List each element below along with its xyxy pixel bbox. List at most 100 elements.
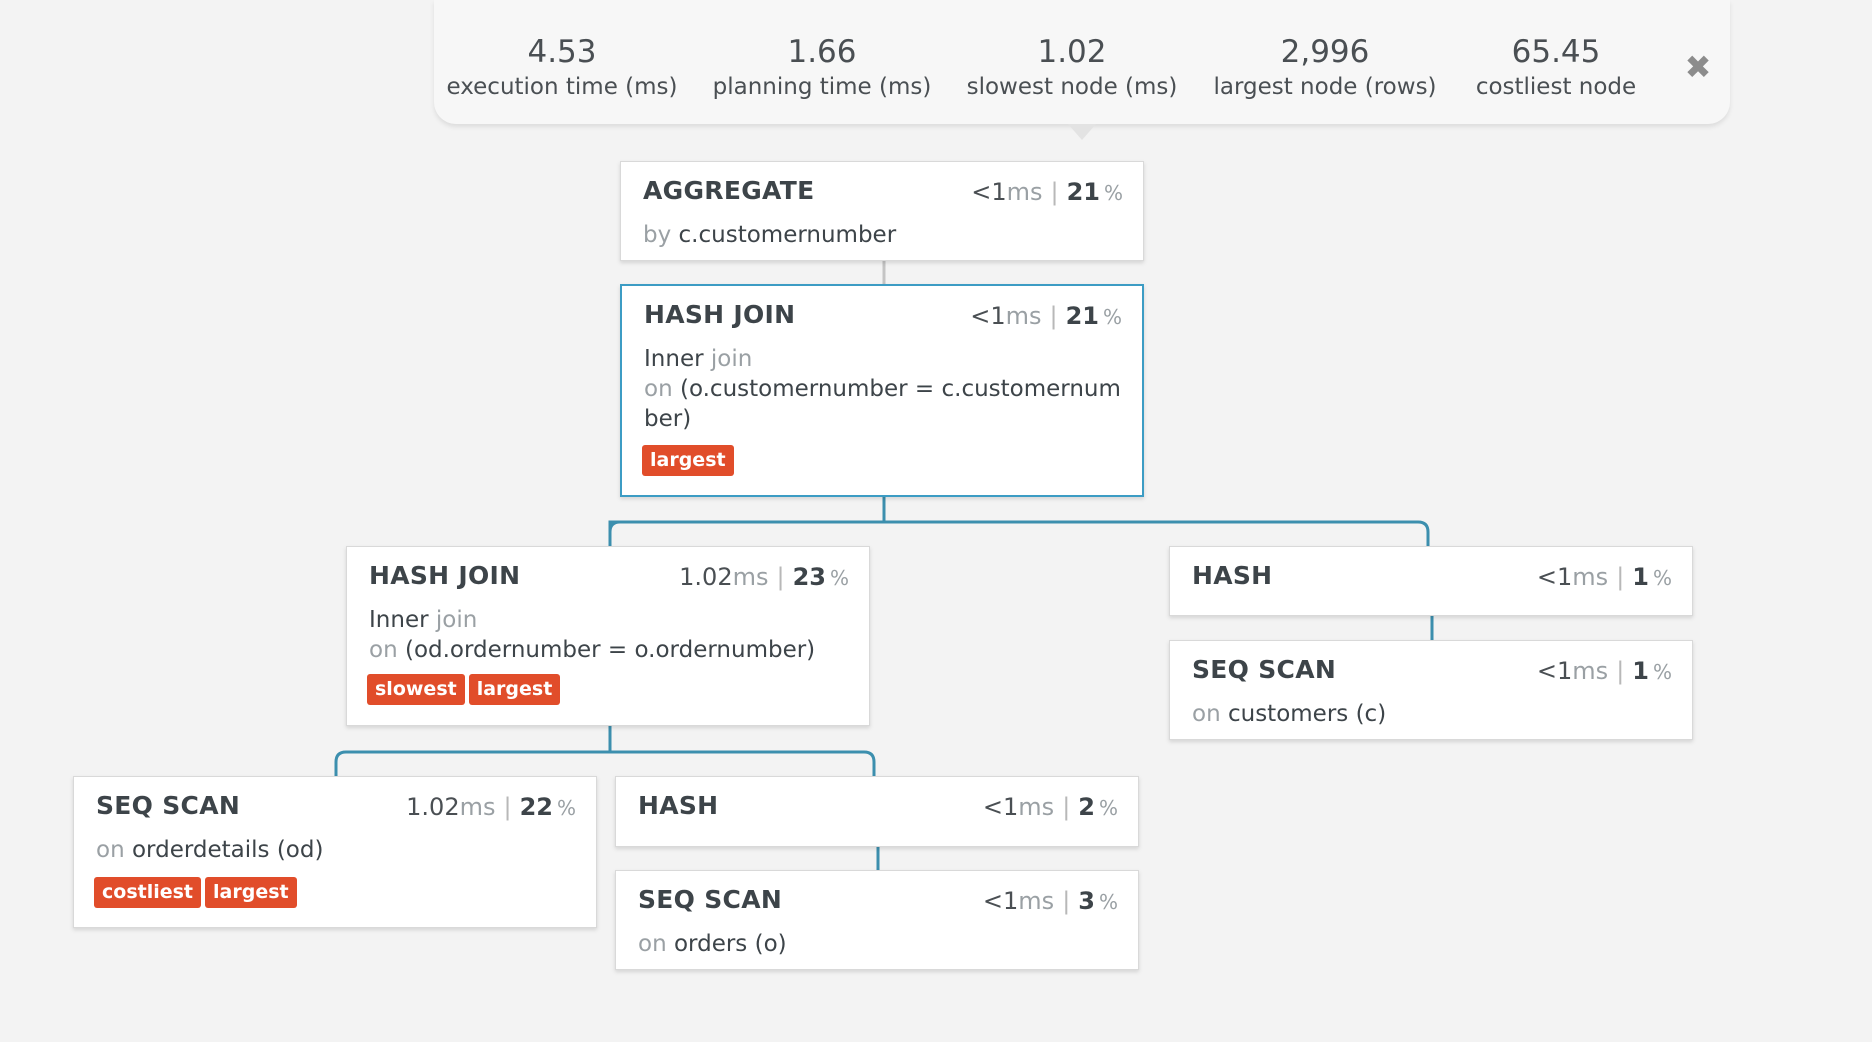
tag-slowest: slowest	[367, 674, 465, 705]
node-percent: 1	[1632, 563, 1649, 591]
node-percent: 1	[1632, 657, 1649, 685]
plan-node-seq-scan-orders[interactable]: SEQ SCAN <1ms | 3% on orders (o)	[615, 870, 1139, 970]
join-condition-line: on (o.customernumber = c.customernumber)	[644, 374, 1126, 434]
node-time-unit: ms	[1006, 178, 1043, 206]
join-type: Inner	[369, 607, 429, 633]
node-details: by c.customernumber	[643, 220, 1127, 250]
detail-keyword: join	[710, 346, 753, 372]
detail-keyword: by	[643, 222, 672, 248]
node-percent: 21	[1066, 178, 1100, 206]
plan-node-aggregate[interactable]: AGGREGATE <1ms | 21% by c.customernumber	[620, 161, 1144, 261]
detail-value: orderdetails (od)	[131, 837, 324, 863]
node-percent: 21	[1065, 302, 1099, 330]
link-hashjoin-children	[608, 497, 1430, 546]
node-tags: costliest largest	[94, 877, 301, 908]
node-metrics: <1ms | 1%	[1537, 657, 1672, 685]
join-condition: (o.customernumber = c.customernumber)	[644, 376, 1121, 432]
node-time-unit: ms	[459, 793, 496, 821]
plan-node-hash-orders[interactable]: HASH <1ms | 2%	[615, 776, 1139, 847]
plan-node-seq-scan-orderdetails[interactable]: SEQ SCAN 1.02ms | 22% on orderdetails (od)…	[73, 776, 597, 928]
node-details: on orderdetails (od)	[96, 835, 580, 865]
plan-node-seq-scan-customers[interactable]: SEQ SCAN <1ms | 1% on customers (c)	[1169, 640, 1693, 740]
node-time: <1	[982, 793, 1019, 821]
node-time: <1	[1536, 657, 1573, 685]
node-time: <1	[970, 302, 1006, 330]
node-title: SEQ SCAN	[96, 791, 241, 820]
percent-sign: %	[1102, 305, 1122, 329]
percent-sign: %	[556, 796, 576, 820]
node-title: HASH JOIN	[369, 561, 521, 590]
detail-keyword: on	[369, 637, 398, 663]
percent-sign: %	[1652, 566, 1672, 590]
metrics-divider: |	[1616, 563, 1625, 591]
node-metrics: 1.02ms | 22%	[406, 793, 576, 821]
join-type-line: Inner join	[644, 344, 1126, 374]
tag-largest: largest	[468, 674, 561, 705]
node-title: SEQ SCAN	[1192, 655, 1337, 684]
percent-sign: %	[1103, 181, 1123, 205]
node-time-unit: ms	[1572, 563, 1609, 591]
node-time: <1	[1536, 563, 1573, 591]
node-details: on orders (o)	[638, 929, 1122, 959]
node-percent: 22	[519, 793, 553, 821]
percent-sign: %	[1098, 796, 1118, 820]
node-title: HASH	[1192, 561, 1273, 590]
detail-value: customers (c)	[1227, 701, 1387, 727]
node-time-unit: ms	[732, 563, 769, 591]
node-metrics: <1ms | 21%	[971, 178, 1123, 206]
node-title: HASH JOIN	[644, 300, 796, 329]
metrics-divider: |	[503, 793, 512, 821]
node-time-unit: ms	[1018, 887, 1055, 915]
node-tags: slowest largest	[367, 674, 564, 705]
node-time-unit: ms	[1018, 793, 1055, 821]
node-details: Inner join on (od.ordernumber = o.ordern…	[369, 605, 853, 665]
metrics-divider: |	[1062, 887, 1071, 915]
node-title: AGGREGATE	[643, 176, 815, 205]
node-metrics: <1ms | 2%	[983, 793, 1118, 821]
join-condition: (od.ordernumber = o.ordernumber)	[404, 637, 816, 663]
detail-keyword: on	[638, 931, 667, 957]
node-time: 1.02	[679, 563, 733, 591]
node-metrics: <1ms | 3%	[983, 887, 1118, 915]
detail-keyword: on	[96, 837, 125, 863]
node-metrics: <1ms | 1%	[1537, 563, 1672, 591]
node-time-unit: ms	[1572, 657, 1609, 685]
percent-sign: %	[1652, 660, 1672, 684]
node-details: Inner join on (o.customernumber = c.cust…	[644, 344, 1126, 434]
node-percent: 2	[1078, 793, 1095, 821]
join-condition-line: on (od.ordernumber = o.ordernumber)	[369, 635, 853, 665]
detail-value: c.customernumber	[678, 222, 897, 248]
percent-sign: %	[829, 566, 849, 590]
percent-sign: %	[1098, 890, 1118, 914]
join-type-line: Inner join	[369, 605, 853, 635]
metrics-divider: |	[1616, 657, 1625, 685]
node-metrics: 1.02ms | 23%	[679, 563, 849, 591]
tag-largest: largest	[642, 445, 734, 476]
detail-keyword: join	[435, 607, 478, 633]
node-time: 1.02	[406, 793, 460, 821]
node-tags: largest	[642, 445, 738, 476]
node-title: HASH	[638, 791, 719, 820]
metrics-divider: |	[776, 563, 785, 591]
metrics-divider: |	[1049, 302, 1058, 330]
plan-node-hash-join-customers[interactable]: HASH JOIN <1ms | 21% Inner join on (o.cust…	[620, 284, 1144, 497]
link-hashjoin2-children	[334, 726, 876, 776]
node-time-unit: ms	[1005, 302, 1042, 330]
join-type: Inner	[644, 346, 704, 372]
node-metrics: <1ms | 21%	[970, 302, 1122, 330]
metrics-divider: |	[1062, 793, 1071, 821]
detail-value: orders (o)	[673, 931, 787, 957]
detail-keyword: on	[1192, 701, 1221, 727]
tag-costliest: costliest	[94, 877, 202, 908]
metrics-divider: |	[1050, 178, 1059, 206]
node-time: <1	[971, 178, 1007, 206]
plan-node-hash-join-orders[interactable]: HASH JOIN 1.02ms | 23% Inner join on (od.o…	[346, 546, 870, 726]
node-percent: 23	[792, 563, 826, 591]
detail-keyword: on	[644, 376, 673, 402]
node-details: on customers (c)	[1192, 699, 1676, 729]
node-title: SEQ SCAN	[638, 885, 783, 914]
node-percent: 3	[1078, 887, 1095, 915]
plan-node-hash-customers[interactable]: HASH <1ms | 1%	[1169, 546, 1693, 616]
node-time: <1	[982, 887, 1019, 915]
tag-largest: largest	[205, 877, 297, 908]
